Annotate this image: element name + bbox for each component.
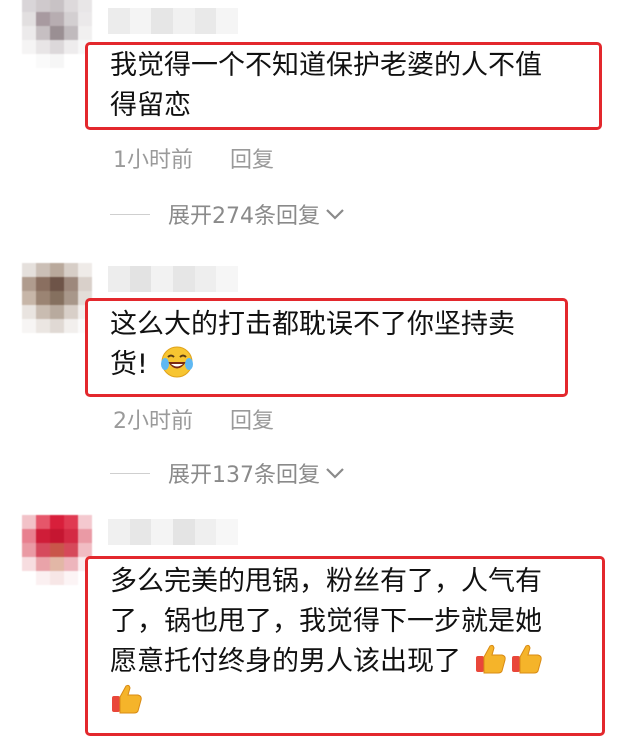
timestamp: 1小时前 [113, 148, 193, 173]
reply-button[interactable]: 回复 [230, 409, 274, 434]
expand-replies[interactable]: 展开274条回复 [110, 198, 346, 230]
comment-text-line: 货! [110, 345, 570, 385]
comment-meta: 1小时前 回复 [113, 142, 274, 174]
timestamp: 2小时前 [113, 409, 193, 434]
avatar[interactable] [22, 263, 92, 333]
username-blurred[interactable] [108, 519, 239, 545]
avatar[interactable] [22, 0, 92, 68]
comment-text-line: 我觉得一个不知道保护老婆的人不值 [110, 50, 542, 81]
username-blurred[interactable] [108, 266, 239, 292]
comment-text-line [110, 682, 600, 722]
comment-meta: 2小时前 回复 [113, 403, 274, 435]
chevron-down-icon [326, 468, 344, 479]
thumbs-up-emoji-icon [475, 644, 506, 674]
reply-button[interactable]: 回复 [230, 148, 274, 173]
expand-replies[interactable]: 展开137条回复 [110, 457, 346, 489]
laughing-tears-emoji-icon [161, 346, 194, 378]
thumbs-up-emoji-icon [511, 644, 542, 674]
comment-text-line: 愿意托付终身的男人该出现了 [110, 642, 600, 682]
divider-line [110, 472, 150, 474]
expand-replies-label: 展开274条回复 [168, 204, 320, 229]
username-blurred[interactable] [108, 8, 239, 34]
avatar[interactable] [22, 515, 92, 585]
chevron-down-icon [326, 209, 344, 220]
thumbs-up-emoji-icon [112, 684, 142, 714]
comment-text: 多么完美的甩锅，粉丝有了，人气有 了，锅也甩了，我觉得下一步就是她 愿意托付终身… [110, 562, 600, 722]
comment-text-line: 多么完美的甩锅，粉丝有了，人气有 [110, 566, 542, 597]
divider-line [110, 213, 150, 215]
comment-text-line: 这么大的打击都耽误不了你坚持卖 [110, 309, 515, 340]
expand-replies-label: 展开137条回复 [168, 463, 320, 488]
comment-text-line: 得留恋 [110, 90, 191, 121]
comment-text-line: 了，锅也甩了，我觉得下一步就是她 [110, 606, 542, 637]
comment-text: 我觉得一个不知道保护老婆的人不值 得留恋 [110, 46, 590, 126]
comment-text: 这么大的打击都耽误不了你坚持卖 货! [110, 305, 570, 385]
